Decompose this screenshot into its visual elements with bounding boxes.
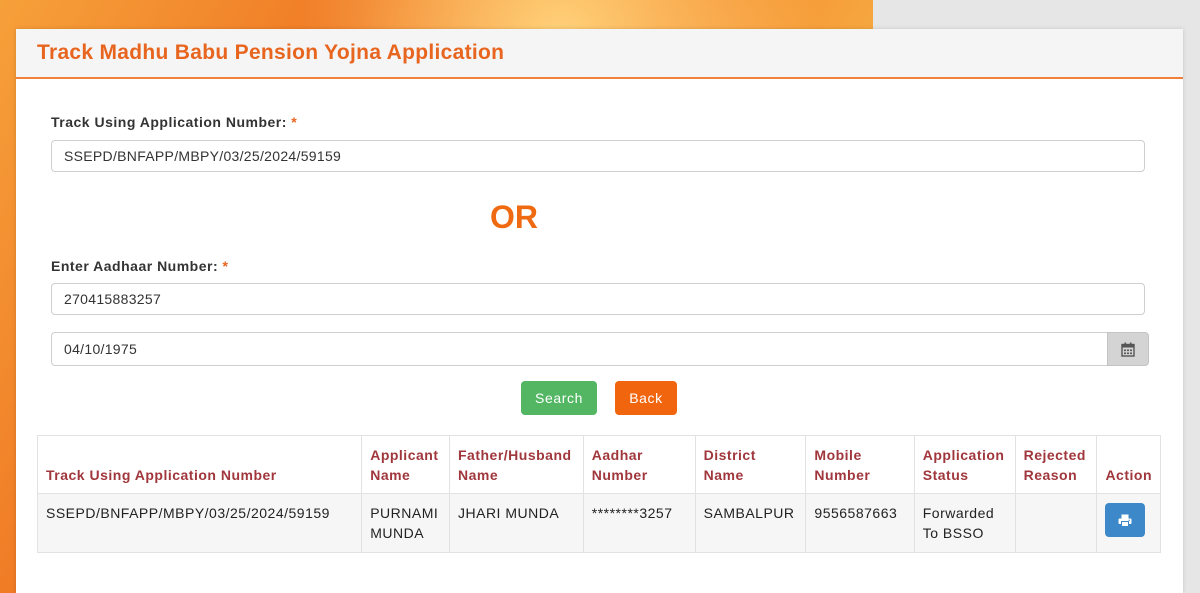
print-icon xyxy=(1118,514,1132,527)
aadhaar-value: 270415883257 xyxy=(64,291,162,307)
or-separator: OR xyxy=(490,199,538,235)
col-father-husband-name: Father/Husband Name xyxy=(449,435,584,494)
calendar-icon xyxy=(1121,342,1135,357)
aadhaar-label-text: Enter Aadhaar Number: xyxy=(51,258,219,274)
cell-rejected-reason xyxy=(1014,493,1098,553)
col-aadhar-number: Aadhar Number xyxy=(582,435,696,494)
search-button[interactable]: Search xyxy=(521,381,597,415)
cell-action xyxy=(1096,493,1161,553)
table-row: SSEPD/BNFAPP/MBPY/03/25/2024/59159 PURNA… xyxy=(36,493,1161,553)
track-application-card: Track Madhu Babu Pension Yojna Applicati… xyxy=(16,29,1183,593)
date-of-birth-group: 04/10/1975 xyxy=(51,332,1149,366)
calendar-button[interactable] xyxy=(1107,332,1149,366)
cell-application-status: Forwarded To BSSO xyxy=(913,493,1016,553)
back-button[interactable]: Back xyxy=(615,381,677,415)
cell-application-number: SSEPD/BNFAPP/MBPY/03/25/2024/59159 xyxy=(36,493,363,553)
application-number-value: SSEPD/BNFAPP/MBPY/03/25/2024/59159 xyxy=(64,148,342,164)
col-applicant-name: Applicant Name xyxy=(361,435,450,494)
aadhaar-input[interactable]: 270415883257 xyxy=(51,283,1145,315)
col-district-name: District Name xyxy=(694,435,807,494)
application-number-input[interactable]: SSEPD/BNFAPP/MBPY/03/25/2024/59159 xyxy=(51,140,1145,172)
print-button[interactable] xyxy=(1105,503,1146,537)
application-number-label-text: Track Using Application Number: xyxy=(51,114,287,130)
required-mark: * xyxy=(291,114,298,130)
cell-applicant-name: PURNAMI MUNDA xyxy=(361,493,450,553)
col-action: Action xyxy=(1096,435,1161,494)
page-title: Track Madhu Babu Pension Yojna Applicati… xyxy=(37,41,505,64)
application-number-label: Track Using Application Number: * xyxy=(51,114,297,130)
date-of-birth-input[interactable]: 04/10/1975 xyxy=(51,332,1107,366)
cell-mobile-number: 9556587663 xyxy=(805,493,915,553)
cell-district-name: SAMBALPUR xyxy=(694,493,807,553)
required-mark: * xyxy=(222,258,229,274)
table-header-row: Track Using Application Number Applicant… xyxy=(36,435,1161,494)
col-application-status: Application Status xyxy=(913,435,1016,494)
card-header: Track Madhu Babu Pension Yojna Applicati… xyxy=(16,29,1183,79)
aadhaar-label: Enter Aadhaar Number: * xyxy=(51,258,228,274)
cell-aadhar-number: ********3257 xyxy=(582,493,696,553)
col-mobile-number: Mobile Number xyxy=(805,435,915,494)
cell-father-husband-name: JHARI MUNDA xyxy=(449,493,584,553)
col-rejected-reason: Rejected Reason xyxy=(1014,435,1098,494)
results-table: Track Using Application Number Applicant… xyxy=(36,435,1161,553)
col-application-number: Track Using Application Number xyxy=(36,435,363,494)
date-of-birth-value: 04/10/1975 xyxy=(64,341,138,357)
